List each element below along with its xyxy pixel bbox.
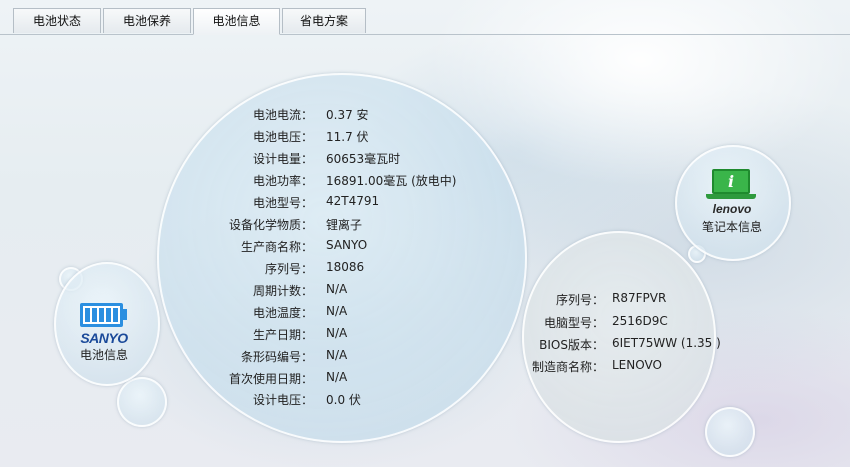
design-capacity-value: 60653毫瓦时 [326,152,401,166]
pc-manufacturer-value: LENOVO [612,358,662,372]
chemistry-label: 设备化学物质： [228,218,313,232]
first-use-date-label: 首次使用日期： [228,372,313,386]
manufacturer-value: SANYO [326,238,368,252]
serial-number-value: 18086 [326,260,365,274]
bios-version-label: BIOS版本： [539,338,604,352]
battery-icon [80,303,123,327]
tab-power-saving-plan[interactable]: 省电方案 [282,8,366,33]
battery-model-value: 42T4791 [326,194,380,208]
battery-temperature-label: 电池温度： [252,306,313,320]
pc-model-value: 2516D9C [612,314,668,328]
first-use-date-value: N/A [326,370,348,384]
tab-battery-status[interactable]: 电池状态 [13,8,101,33]
pc-manufacturer-label: 制造商名称： [531,360,604,374]
bios-version-value: 6IET75WW (1.35 ) [612,336,721,350]
battery-power-label: 电池功率： [252,174,313,188]
pc-serial-value: R87FPVR [612,291,667,305]
battery-temperature-value: N/A [326,304,348,318]
battery-tip-icon [123,309,127,320]
design-voltage-value: 0.0 伏 [326,393,361,407]
barcode-value: N/A [326,348,348,362]
cycle-count-value: N/A [326,282,348,296]
tab-battery-maintenance[interactable]: 电池保养 [103,8,191,33]
laptop-info-icon: i [712,169,750,194]
decorative-bubble [117,377,167,427]
battery-voltage-value: 11.7 伏 [326,130,369,144]
pc-serial-label: 序列号： [555,293,604,307]
design-voltage-label: 设计电压： [252,393,313,407]
sanyo-logo: SANYO [80,330,128,346]
notebook-info-caption: 笔记本信息 [701,220,762,234]
chemistry-value: 锂离子 [326,218,363,232]
battery-model-label: 电池型号： [252,196,313,210]
tab-bar: 电池状态 电池保养 电池信息 省电方案 [0,0,850,35]
barcode-label: 条形码编号： [240,350,313,364]
battery-info-caption: 电池信息 [79,348,128,362]
manufacture-date-value: N/A [326,326,348,340]
battery-voltage-label: 电池电压： [252,130,313,144]
tab-battery-info[interactable]: 电池信息 [193,8,280,35]
battery-power-value: 16891.00毫瓦 (放电中) [326,174,457,188]
laptop-base-icon [706,194,756,199]
manufacturer-label: 生产商名称： [240,240,313,254]
serial-number-label: 序列号： [264,262,313,276]
decorative-bubble [705,407,755,457]
pc-model-label: 电脑型号： [543,316,604,330]
lenovo-logo: lenovo [712,202,752,216]
cycle-count-label: 周期计数： [252,284,313,298]
manufacture-date-label: 生产日期： [252,328,313,342]
design-capacity-label: 设计电量： [252,152,313,166]
battery-current-value: 0.37 安 [326,108,369,122]
battery-current-label: 电池电流： [252,108,313,122]
